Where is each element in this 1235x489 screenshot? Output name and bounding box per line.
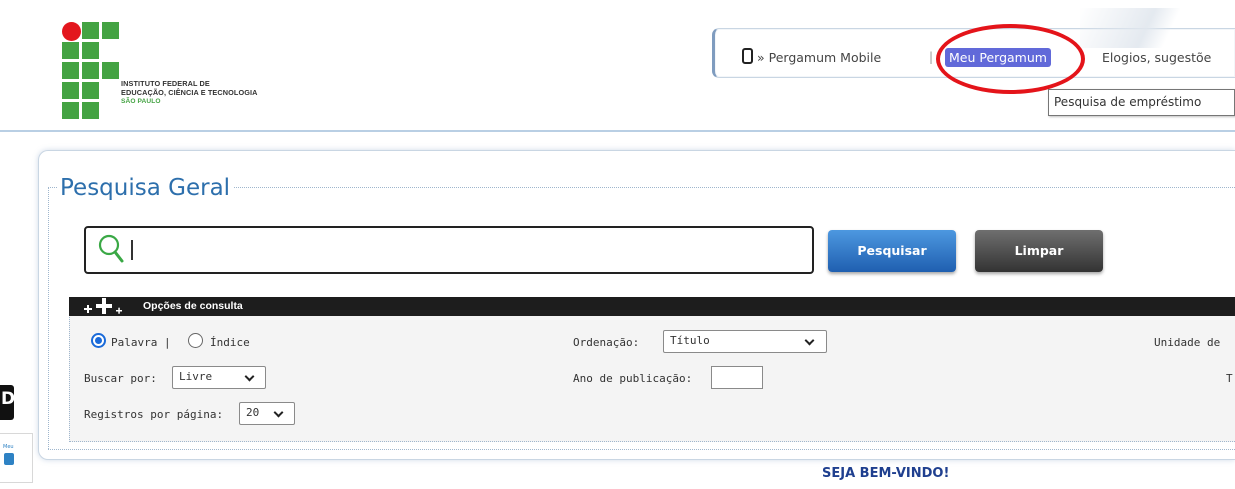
welcome-text: SEJA BEM-VINDO! (822, 466, 950, 481)
buscar-por-select[interactable]: Livre (172, 366, 266, 389)
options-header-bar[interactable] (69, 297, 1235, 316)
pergamum-mobile-link[interactable]: » Pergamum Mobile (757, 50, 881, 65)
ordenacao-label: Ordenação: (573, 336, 640, 349)
page-header: INSTITUTO FEDERAL DE EDUCAÇÃO, CIÊNCIA E… (0, 0, 1235, 132)
ano-publicacao-input[interactable] (711, 366, 763, 389)
ordenacao-value: Título (670, 334, 710, 347)
nav-decoration (1080, 8, 1230, 48)
side-widget-icon (4, 453, 14, 465)
tooltip: Pesquisa de empréstimo (1048, 89, 1235, 116)
text-cursor (131, 240, 133, 260)
nav-separator: | (929, 50, 934, 64)
radio-palavra[interactable] (91, 333, 106, 348)
logo-square (102, 22, 119, 39)
fieldset-border (48, 187, 49, 449)
search-legend: Pesquisa Geral (58, 174, 235, 202)
ano-publicacao-label: Ano de publicação: (573, 372, 693, 385)
side-widget-text: Meu (3, 444, 14, 450)
chevron-down-icon (804, 335, 815, 346)
search-input[interactable] (128, 238, 798, 262)
logo-square (62, 102, 79, 119)
phone-icon[interactable] (742, 48, 753, 64)
truncated-label: T (1226, 372, 1233, 385)
logo-line-2: EDUCAÇÃO, CIÊNCIA E TECNOLOGIA (121, 88, 258, 97)
side-widget-letter: D (1, 389, 16, 409)
radio-indice-label: Índice (210, 336, 250, 349)
logo-text: INSTITUTO FEDERAL DE EDUCAÇÃO, CIÊNCIA E… (121, 79, 258, 106)
search-icon (98, 234, 124, 263)
buscar-por-label: Buscar por: (84, 372, 157, 385)
logo-square (82, 62, 99, 79)
logo-square (102, 62, 119, 79)
clear-button[interactable]: Limpar (975, 230, 1103, 272)
expand-plus-icon[interactable] (82, 298, 132, 316)
logo-square (62, 62, 79, 79)
unidade-label: Unidade de (1154, 336, 1221, 349)
options-title: Opções de consulta (143, 300, 243, 312)
radio-palavra-label: Palavra | (111, 336, 171, 349)
logo-square (62, 42, 79, 59)
logo-line-3: SÃO PAULO (121, 98, 161, 105)
fieldset-border (48, 449, 1235, 450)
red-highlight-ellipse (936, 24, 1085, 94)
logo-line-1: INSTITUTO FEDERAL DE (121, 79, 210, 88)
ordenacao-select[interactable]: Título (663, 330, 827, 353)
registros-label: Registros por página: (84, 408, 224, 421)
registros-value: 20 (246, 406, 260, 419)
elogios-sugestoes-link[interactable]: Elogios, sugestõe (1102, 50, 1211, 65)
logo-red-circle (62, 22, 81, 41)
registros-select[interactable]: 20 (239, 402, 295, 425)
buscar-por-value: Livre (179, 370, 213, 383)
logo-square (82, 102, 99, 119)
radio-indice[interactable] (188, 333, 203, 348)
logo-square (82, 42, 99, 59)
logo-square (62, 82, 79, 99)
logo-square (82, 22, 99, 39)
search-button[interactable]: Pesquisar (828, 230, 956, 272)
logo-square (82, 82, 99, 99)
chevron-down-icon (244, 371, 255, 382)
chevron-down-icon (273, 407, 284, 418)
